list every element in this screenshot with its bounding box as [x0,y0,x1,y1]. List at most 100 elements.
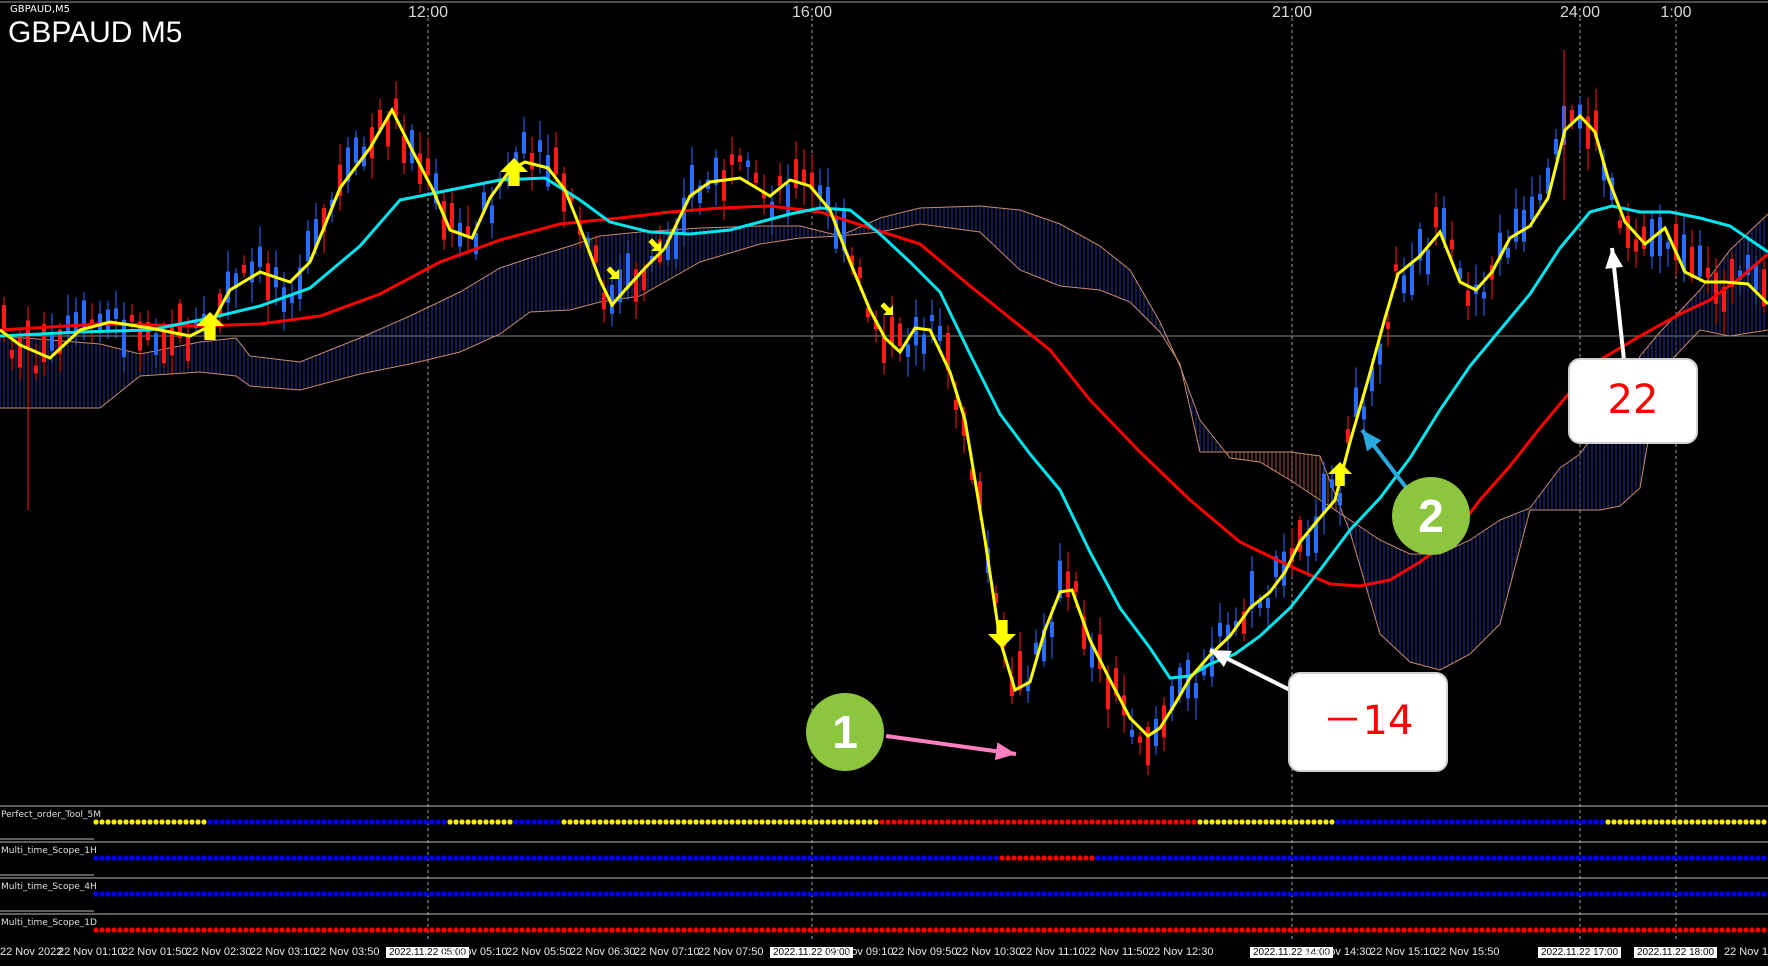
indicator-dot [981,855,987,861]
indicator-dot [1323,891,1329,897]
candle-body [1482,291,1486,299]
indicator-dot [729,927,735,933]
indicator-dot [369,891,375,897]
indicator-dot [711,927,717,933]
indicator-dot [615,819,621,825]
indicator-dot [771,819,777,825]
indicator-dot [939,819,945,825]
indicator-dot [1371,927,1377,933]
indicator-dot [549,927,555,933]
indicator-dot [969,855,975,861]
indicator-dot [711,819,717,825]
indicator-dot [657,891,663,897]
indicator-dot [411,855,417,861]
indicator-dot [1155,891,1161,897]
indicator-dot [867,819,873,825]
indicator-dot [1623,927,1629,933]
indicator-dot [1539,855,1545,861]
indicator-dot [1137,819,1143,825]
indicator-dot [567,819,573,825]
indicator-dot [1245,855,1251,861]
indicator-dot [135,855,141,861]
indicator-dot [237,819,243,825]
indicator-dot [1323,927,1329,933]
indicator-dot [1299,891,1305,897]
indicator-dot [603,927,609,933]
indicator-dot [753,819,759,825]
indicator-dot [1737,855,1743,861]
indicator-dot [1287,927,1293,933]
indicator-dot [867,927,873,933]
indicator-dot [1083,819,1089,825]
indicator-dot [1377,819,1383,825]
indicator-dot [141,819,147,825]
indicator-dot [903,927,909,933]
indicator-dot [297,891,303,897]
indicator-panels [0,805,1768,948]
indicator-dot [1305,855,1311,861]
indicator-dot [1701,891,1707,897]
indicator-dot [1671,855,1677,861]
indicator-dot [249,855,255,861]
indicator-dot [1563,855,1569,861]
indicator-dot [951,891,957,897]
indicator-dot [981,891,987,897]
indicator-dot [927,927,933,933]
indicator-dot [633,891,639,897]
indicator-dot [723,891,729,897]
indicator-dot [795,927,801,933]
indicator-dot [1497,855,1503,861]
chart-window[interactable]: GBPAUD,M5 GBPAUD M5 12:00 16:00 21:00 24:00… [0,0,1768,966]
indicator-dot [129,855,135,861]
indicator-dot [1455,927,1461,933]
indicator-dot [591,891,597,897]
indicator-dot [195,819,201,825]
indicator-dot [1107,891,1113,897]
candle-body [186,336,190,361]
indicator-dot [93,855,99,861]
price-chart[interactable] [0,0,1768,966]
indicator-dot [525,927,531,933]
candle-body [778,175,782,187]
indicator-dot [357,927,363,933]
indicator-dot [501,927,507,933]
indicator-dot [189,855,195,861]
indicator-dot [597,819,603,825]
indicator-dot [1035,819,1041,825]
candle-body [594,245,598,263]
annotation-arrow-1-head [994,742,1016,761]
time-axis-label: 22 Nov 2022 [0,946,63,958]
indicator-dot [639,927,645,933]
indicator-dot [1125,819,1131,825]
indicator-dot [1599,855,1605,861]
candle-body [802,169,806,184]
indicator-dot [387,819,393,825]
indicator-dot [243,891,249,897]
indicator-dot [765,855,771,861]
indicator-dot [1443,855,1449,861]
indicator-dot [1269,891,1275,897]
indicator-dot [1047,927,1053,933]
indicator-dot [1209,891,1215,897]
indicator-dot [753,891,759,897]
indicator-dot [495,819,501,825]
indicator-dot [1599,891,1605,897]
indicator-dot [423,927,429,933]
indicator-dot [123,891,129,897]
indicator-dot [249,819,255,825]
indicator-dot [969,891,975,897]
cloud-span-a [0,205,1768,555]
indicator-dot [591,819,597,825]
indicator-dot [867,855,873,861]
indicator-dot [1089,819,1095,825]
indicator-dot [1545,855,1551,861]
indicator-dot [699,891,705,897]
indicator-dot [1341,927,1347,933]
indicator-dot [471,891,477,897]
indicator-dot [327,855,333,861]
indicator-dot [651,819,657,825]
indicator-dot [1173,855,1179,861]
indicator-dot [549,891,555,897]
indicator-dot [885,927,891,933]
indicator-dot [111,927,117,933]
